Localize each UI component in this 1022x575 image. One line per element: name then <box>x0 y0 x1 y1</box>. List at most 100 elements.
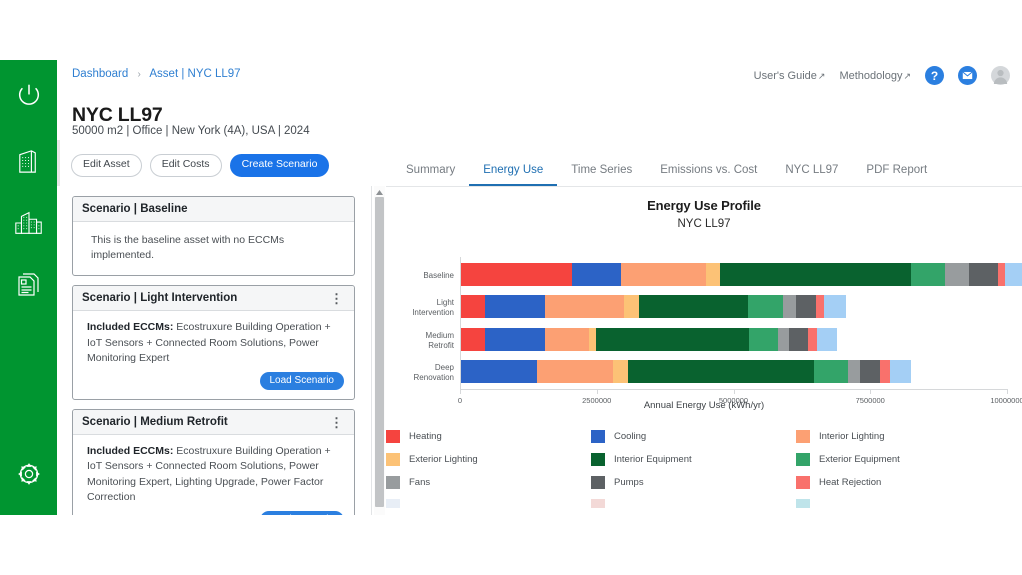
legend-label: Exterior Equipment <box>819 454 900 465</box>
chart-bar-deep-renovation[interactable] <box>460 360 912 383</box>
chart-segment-cooling[interactable] <box>572 263 622 286</box>
legend-item-pumps[interactable]: Pumps <box>591 476 796 489</box>
power-icon[interactable] <box>0 60 57 130</box>
scenario-menu-icon[interactable]: ⋮ <box>328 416 345 429</box>
chart-x-tick-mark <box>870 389 872 394</box>
chart-segment-interior-equipment[interactable] <box>639 295 748 318</box>
legend-label: Heating <box>409 431 442 442</box>
help-icon[interactable]: ? <box>925 66 944 85</box>
avatar[interactable] <box>991 66 1010 85</box>
chart-bar-light-intervention[interactable] <box>460 295 846 318</box>
chart-segment-heat-rejection[interactable] <box>807 328 817 351</box>
chart-segment-cooling[interactable] <box>460 360 537 383</box>
chart-bar-medium-retrofit[interactable] <box>460 328 838 351</box>
scenario-card-medium-retrofit[interactable]: Scenario | Medium Retrofit ⋮ Included EC… <box>72 409 355 515</box>
users-guide-link[interactable]: User's Guide↗ <box>754 70 826 82</box>
scenario-description: This is the baseline asset with no ECCMs… <box>91 234 285 262</box>
chart-segment-heat-rejection[interactable] <box>880 360 891 383</box>
breadcrumb-item-asset[interactable]: Asset | NYC LL97 <box>149 68 240 80</box>
tab-energy-use[interactable]: Energy Use <box>469 160 558 186</box>
scenario-card-header: Scenario | Light Intervention ⋮ <box>73 286 354 312</box>
chart-segment-interior-equipment[interactable] <box>595 328 749 351</box>
tab-pdf-report[interactable]: PDF Report <box>852 160 941 186</box>
legend-item-exterior-lighting[interactable]: Exterior Lighting <box>386 453 591 466</box>
chart-segment-fans[interactable] <box>944 263 970 286</box>
chart-segment-exterior-lighting[interactable] <box>588 328 596 351</box>
chart-segment-water-systems[interactable] <box>1005 263 1022 286</box>
gear-icon[interactable] <box>0 461 57 487</box>
chart-segment-exterior-lighting[interactable] <box>706 263 721 286</box>
tab-summary[interactable]: Summary <box>392 160 469 186</box>
chart-segment-fans[interactable] <box>783 295 797 318</box>
documents-icon[interactable] <box>0 254 57 316</box>
content-tabs: Summary Energy Use Time Series Emissions… <box>392 160 941 186</box>
city-buildings-icon[interactable] <box>0 192 57 254</box>
chart-segment-pumps[interactable] <box>796 295 816 318</box>
load-scenario-button[interactable]: Load Scenario <box>259 372 344 391</box>
tab-nyc-ll97[interactable]: NYC LL97 <box>771 160 852 186</box>
methodology-link[interactable]: Methodology↗ <box>839 70 911 82</box>
chart-segment-interior-lighting[interactable] <box>621 263 707 286</box>
legend-item-exterior-equipment[interactable]: Exterior Equipment <box>796 453 1001 466</box>
legend-item-hidden[interactable] <box>386 499 591 508</box>
scenario-card-light-intervention[interactable]: Scenario | Light Intervention ⋮ Included… <box>72 285 355 401</box>
legend-item-hidden[interactable] <box>796 499 1001 508</box>
chart-segment-interior-lighting[interactable] <box>536 360 614 383</box>
legend-item-heat-rejection[interactable]: Heat Rejection <box>796 476 1001 489</box>
chart-segment-exterior-equipment[interactable] <box>747 295 784 318</box>
scenario-card-title: Scenario | Medium Retrofit <box>82 416 228 428</box>
chart-segment-heating[interactable] <box>460 328 485 351</box>
legend-swatch <box>591 499 605 508</box>
chart-segment-cooling[interactable] <box>484 328 545 351</box>
page-title: NYC LL97 <box>72 104 163 126</box>
chart-segment-exterior-equipment[interactable] <box>748 328 779 351</box>
edit-costs-button[interactable]: Edit Costs <box>149 154 222 177</box>
legend-item-fans[interactable]: Fans <box>386 476 591 489</box>
legend-item-cooling[interactable]: Cooling <box>591 430 796 443</box>
chart-segment-water-systems[interactable] <box>824 295 846 318</box>
chart-segment-cooling[interactable] <box>484 295 545 318</box>
create-scenario-button[interactable]: Create Scenario <box>229 154 330 177</box>
load-scenario-button[interactable]: Load Scenario <box>259 510 344 515</box>
chart-segment-interior-lighting[interactable] <box>544 295 625 318</box>
chart-segment-exterior-equipment[interactable] <box>910 263 945 286</box>
chart-x-tick-mark <box>596 389 598 394</box>
legend-label: Exterior Lighting <box>409 454 478 465</box>
chart-bar-baseline[interactable] <box>460 263 1022 286</box>
chart-segment-interior-equipment[interactable] <box>720 263 911 286</box>
chart-segment-heating[interactable] <box>460 263 573 286</box>
scenario-menu-icon[interactable]: ⋮ <box>328 292 345 305</box>
scrollbar-up-arrow[interactable] <box>375 188 384 196</box>
tab-time-series[interactable]: Time Series <box>557 160 646 186</box>
chart-segment-heat-rejection[interactable] <box>815 295 825 318</box>
legend-item-hidden[interactable] <box>591 499 796 508</box>
edit-asset-button[interactable]: Edit Asset <box>71 154 142 177</box>
chart-segment-fans[interactable] <box>848 360 861 383</box>
chart-segment-water-systems[interactable] <box>890 360 912 383</box>
mail-icon[interactable] <box>958 66 977 85</box>
chart-segment-pumps[interactable] <box>969 263 999 286</box>
chart-segment-interior-equipment[interactable] <box>628 360 815 383</box>
single-building-icon[interactable] <box>0 130 57 192</box>
legend-item-interior-lighting[interactable]: Interior Lighting <box>796 430 1001 443</box>
chart-segment-fans[interactable] <box>778 328 790 351</box>
legend-item-interior-equipment[interactable]: Interior Equipment <box>591 453 796 466</box>
scenario-card-baseline[interactable]: Scenario | Baseline This is the baseline… <box>72 196 355 277</box>
chart-segment-interior-lighting[interactable] <box>544 328 589 351</box>
chart-segment-water-systems[interactable] <box>816 328 838 351</box>
breadcrumb-item-dashboard[interactable]: Dashboard <box>72 68 128 80</box>
chart-segment-exterior-lighting[interactable] <box>613 360 629 383</box>
chart-segment-heat-rejection[interactable] <box>998 263 1006 286</box>
chart-segment-exterior-equipment[interactable] <box>814 360 849 383</box>
legend-label: Pumps <box>614 477 644 488</box>
legend-item-heating[interactable]: Heating <box>386 430 591 443</box>
chart-segment-pumps[interactable] <box>860 360 881 383</box>
scenario-panel-scroll-thumb[interactable] <box>375 197 384 507</box>
chart-segment-pumps[interactable] <box>789 328 808 351</box>
chart-y-tick-label: Deep Renovation <box>413 363 454 382</box>
tab-emissions-vs-cost[interactable]: Emissions vs. Cost <box>646 160 771 186</box>
scenario-card-title: Scenario | Light Intervention <box>82 292 237 304</box>
chart-segment-exterior-lighting[interactable] <box>624 295 640 318</box>
legend-label: Interior Lighting <box>819 431 885 442</box>
chart-segment-heating[interactable] <box>460 295 485 318</box>
